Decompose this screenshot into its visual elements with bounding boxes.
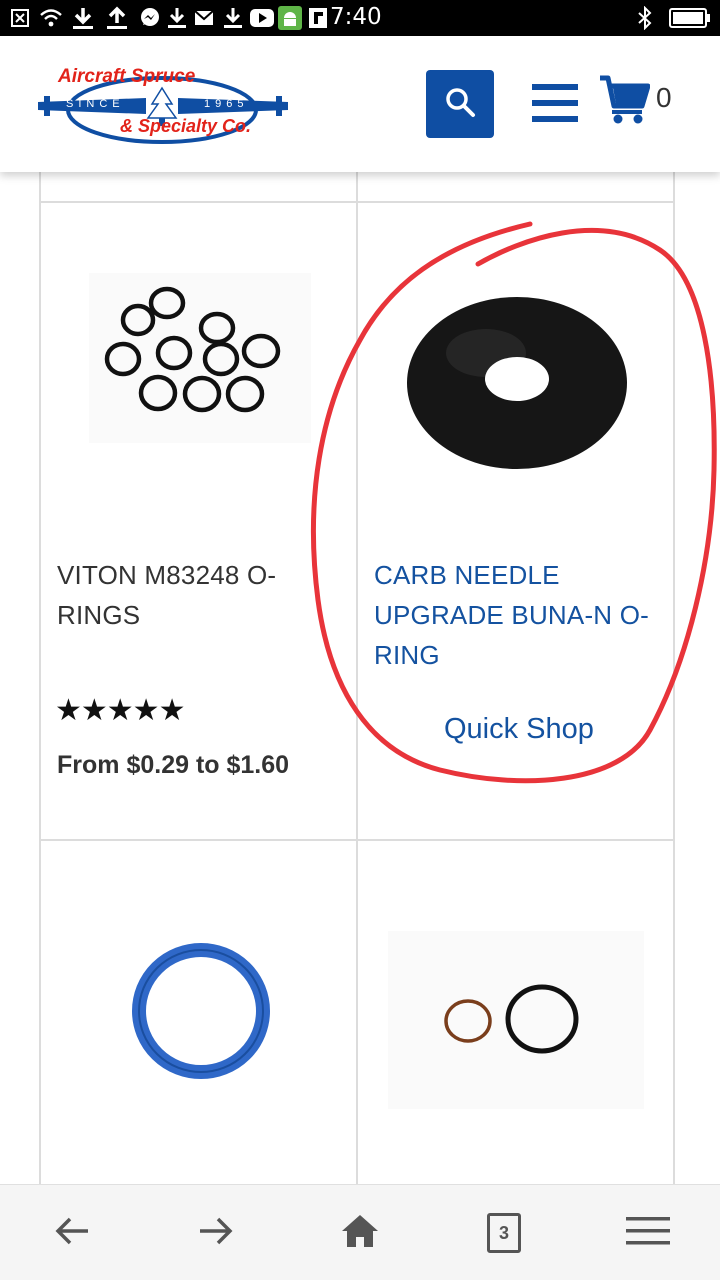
product-card[interactable] bbox=[41, 841, 356, 1184]
cart-icon[interactable] bbox=[598, 74, 651, 126]
status-time: 7:40 bbox=[330, 4, 382, 30]
youtube-icon bbox=[250, 6, 274, 30]
product-card[interactable] bbox=[358, 841, 673, 1184]
home-button[interactable] bbox=[332, 1207, 388, 1259]
cart-count: 0 bbox=[656, 82, 672, 113]
aircraft-spruce-logo[interactable]: Aircraft Spruce SINCE 1965 & Specialty C… bbox=[36, 58, 292, 152]
menu-bar bbox=[532, 100, 578, 106]
menu-bar bbox=[532, 84, 578, 90]
product-image-single-o-ring[interactable] bbox=[406, 285, 628, 475]
rating-stars: ★★★★★ bbox=[55, 694, 185, 727]
tabs-icon: 3 bbox=[487, 1213, 521, 1253]
product-card[interactable]: VITON M83248 O-RINGS ★★★★★ From $0.29 to… bbox=[41, 203, 356, 839]
android-icon bbox=[278, 6, 302, 30]
download-icon bbox=[70, 6, 96, 30]
tabs-button[interactable]: 3 bbox=[476, 1207, 532, 1259]
back-arrow-icon bbox=[52, 1215, 92, 1252]
forward-arrow-icon bbox=[196, 1215, 236, 1252]
home-icon bbox=[340, 1213, 380, 1254]
product-card[interactable]: CARB NEEDLE UPGRADE BUNA-N O-RING Quick … bbox=[358, 203, 673, 839]
flipboard-icon bbox=[308, 6, 328, 30]
logo-line2: & Specialty Co. bbox=[120, 116, 252, 136]
browser-menu-button[interactable] bbox=[620, 1207, 676, 1259]
search-icon bbox=[443, 85, 477, 124]
product-name[interactable]: CARB NEEDLE UPGRADE BUNA-N O-RING bbox=[374, 555, 656, 675]
upload-icon bbox=[104, 6, 130, 30]
menu-bar bbox=[532, 116, 578, 122]
product-price: From $0.29 to $1.60 bbox=[57, 751, 290, 779]
battery-icon bbox=[668, 6, 712, 30]
product-image-blue-o-ring[interactable] bbox=[131, 941, 271, 1081]
logo-since: SINCE bbox=[66, 98, 125, 110]
mail-icon bbox=[194, 6, 214, 30]
hamburger-menu-icon bbox=[626, 1215, 670, 1252]
search-button[interactable] bbox=[426, 70, 494, 138]
back-button[interactable] bbox=[44, 1207, 100, 1259]
browser-toolbar: 3 bbox=[0, 1184, 720, 1280]
forward-button[interactable] bbox=[188, 1207, 244, 1259]
product-image-copper-and-black-o-rings[interactable] bbox=[388, 931, 644, 1109]
grid-divider bbox=[673, 172, 675, 1184]
site-header: Aircraft Spruce SINCE 1965 & Specialty C… bbox=[0, 36, 720, 172]
bluetooth-icon bbox=[634, 6, 656, 30]
product-grid: VITON M83248 O-RINGS ★★★★★ From $0.29 to… bbox=[39, 172, 675, 1184]
status-bar: 7:40 bbox=[0, 0, 720, 36]
logo-year: 1965 bbox=[204, 98, 249, 110]
messenger-icon bbox=[138, 6, 162, 30]
download-icon bbox=[222, 6, 244, 30]
logo-line1: Aircraft Spruce bbox=[58, 66, 196, 87]
download-icon bbox=[166, 6, 188, 30]
product-image-multiple-o-rings[interactable] bbox=[89, 273, 311, 443]
wifi-icon bbox=[38, 6, 64, 30]
menu-button[interactable] bbox=[532, 84, 580, 124]
close-notification-icon bbox=[10, 6, 30, 30]
tab-count: 3 bbox=[498, 1222, 509, 1243]
product-name[interactable]: VITON M83248 O-RINGS bbox=[57, 555, 307, 635]
quick-shop-button[interactable]: Quick Shop bbox=[444, 713, 594, 746]
